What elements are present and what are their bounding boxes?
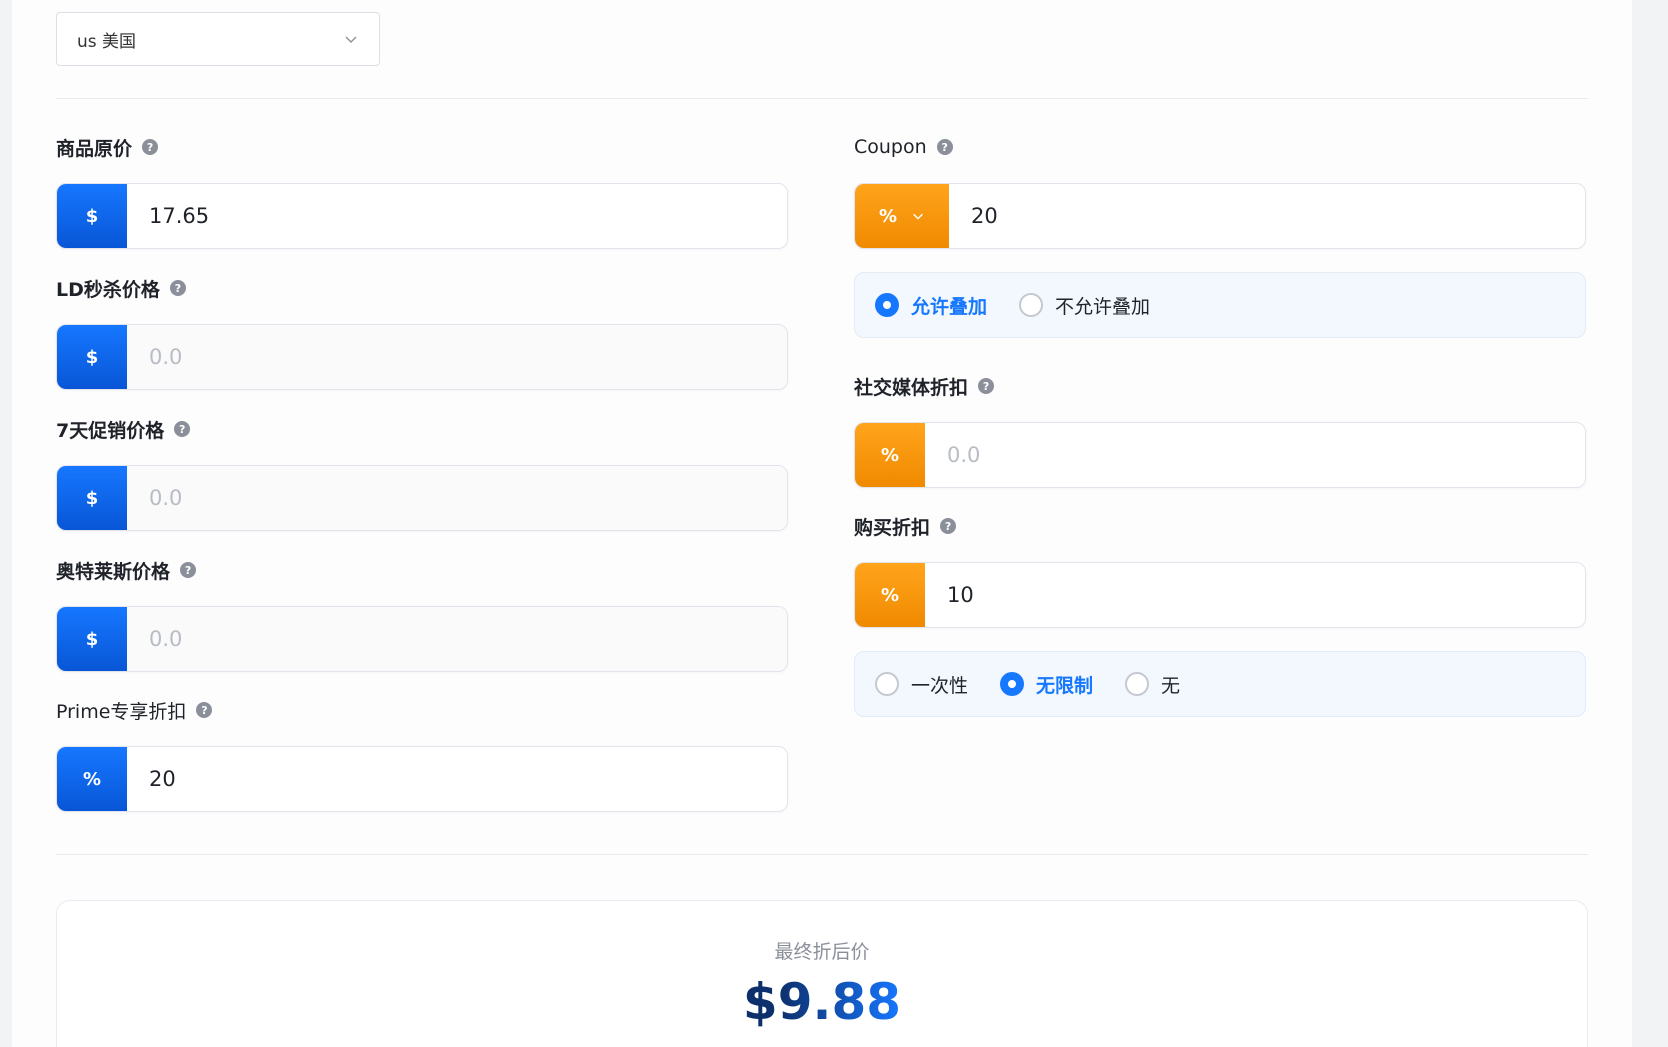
help-icon[interactable]: ? — [169, 280, 186, 296]
radio-dot — [875, 293, 899, 317]
social-discount-input-group: % — [854, 422, 1586, 488]
chevron-down-icon — [913, 213, 923, 220]
ld-price-input-group: $ — [56, 324, 788, 390]
field-label-text: 购买折扣 — [854, 516, 931, 539]
field-label-text: LD秒杀价格 — [56, 278, 160, 301]
help-icon[interactable]: ? — [174, 421, 191, 437]
purchase-discount-input[interactable] — [925, 563, 1585, 627]
country-select[interactable]: us 美国 — [56, 12, 380, 66]
radio-dot — [875, 672, 899, 696]
field-label: Coupon ? — [854, 135, 1586, 159]
dollar-prefix: $ — [57, 466, 127, 530]
field-7day-price: 7天促销价格 ? $ — [56, 417, 788, 531]
radio-disallow-stacking[interactable]: 不允许叠加 — [1019, 292, 1150, 319]
radio-none[interactable]: 无 — [1125, 671, 1180, 698]
radio-label: 无 — [1161, 674, 1181, 697]
field-label: 商品原价 ? — [56, 135, 788, 160]
outlet-price-input-group: $ — [56, 606, 788, 672]
percent-prefix: % — [855, 563, 925, 627]
help-icon[interactable]: ? — [936, 139, 953, 155]
radio-dot — [1125, 672, 1150, 696]
divider-bottom — [56, 854, 1588, 855]
field-label-text: Coupon — [854, 136, 927, 158]
field-original-price: 商品原价 ? $ — [56, 135, 788, 249]
field-label: 7天促销价格 ? — [56, 417, 788, 442]
final-price-title: 最终折后价 — [774, 941, 870, 963]
usage-radio-group: 一次性 无限制 无 — [854, 651, 1586, 717]
field-label: Prime专享折扣 ? — [56, 698, 788, 723]
help-icon[interactable]: ? — [978, 378, 995, 394]
field-label: LD秒杀价格 ? — [56, 276, 788, 301]
coupon-unit-dropdown[interactable]: % — [855, 184, 949, 248]
final-price-panel: 最终折后价 $9.88 — [56, 900, 1588, 1047]
final-price-currency: $ — [742, 973, 778, 1031]
radio-dot — [1000, 672, 1025, 696]
outlet-price-input[interactable] — [127, 607, 787, 671]
country-select-value: us 美国 — [77, 31, 137, 52]
field-label-text: Prime专享折扣 — [56, 700, 187, 723]
help-icon[interactable]: ? — [142, 139, 159, 155]
7day-price-input[interactable] — [127, 466, 787, 530]
final-price-amount: 9.88 — [777, 973, 902, 1031]
field-label-text: 7天促销价格 — [56, 419, 165, 442]
divider-top — [56, 98, 1588, 99]
radio-allow-stacking[interactable]: 允许叠加 — [875, 292, 987, 319]
dollar-prefix: $ — [57, 184, 127, 248]
help-icon[interactable]: ? — [180, 562, 197, 578]
field-label: 奥特莱斯价格 ? — [56, 558, 788, 583]
field-label: 社交媒体折扣 ? — [854, 374, 1586, 399]
original-price-input-group: $ — [56, 183, 788, 249]
ld-price-input[interactable] — [127, 325, 787, 389]
percent-prefix: % — [57, 747, 127, 811]
field-outlet-price: 奥特莱斯价格 ? $ — [56, 558, 788, 672]
coupon-unit-value: % — [878, 205, 898, 227]
field-label-text: 奥特莱斯价格 — [56, 560, 171, 583]
field-ld-price: LD秒杀价格 ? $ — [56, 276, 788, 390]
coupon-input-group: % — [854, 183, 1586, 249]
help-icon[interactable]: ? — [940, 518, 957, 534]
final-price-value: $9.88 — [57, 973, 1587, 1031]
radio-label: 允许叠加 — [911, 295, 988, 318]
percent-prefix: % — [855, 423, 925, 487]
field-prime-discount: Prime专享折扣 ? % — [56, 698, 788, 812]
field-coupon: Coupon ? % — [854, 135, 1586, 249]
field-label-text: 社交媒体折扣 — [854, 376, 969, 399]
dollar-prefix: $ — [57, 607, 127, 671]
help-icon[interactable]: ? — [196, 702, 213, 718]
radio-label: 不允许叠加 — [1055, 295, 1151, 318]
social-discount-input[interactable] — [925, 423, 1585, 487]
field-purchase-discount: 购买折扣 ? % — [854, 514, 1586, 628]
field-label: 购买折扣 ? — [854, 514, 1586, 539]
radio-unlimited[interactable]: 无限制 — [1000, 671, 1093, 698]
field-label-text: 商品原价 — [56, 137, 133, 160]
field-social-discount: 社交媒体折扣 ? % — [854, 374, 1586, 488]
stacking-radio-group: 允许叠加 不允许叠加 — [854, 272, 1586, 338]
purchase-discount-input-group: % — [854, 562, 1586, 628]
dollar-prefix: $ — [57, 325, 127, 389]
radio-label: 一次性 — [911, 674, 969, 697]
prime-discount-input[interactable] — [127, 747, 787, 811]
radio-dot — [1019, 293, 1044, 317]
chevron-down-icon — [345, 36, 357, 43]
radio-label: 无限制 — [1036, 674, 1094, 697]
7day-price-input-group: $ — [56, 465, 788, 531]
original-price-input[interactable] — [127, 184, 787, 248]
coupon-input[interactable] — [949, 184, 1585, 248]
radio-one-time[interactable]: 一次性 — [875, 671, 968, 698]
prime-discount-input-group: % — [56, 746, 788, 812]
